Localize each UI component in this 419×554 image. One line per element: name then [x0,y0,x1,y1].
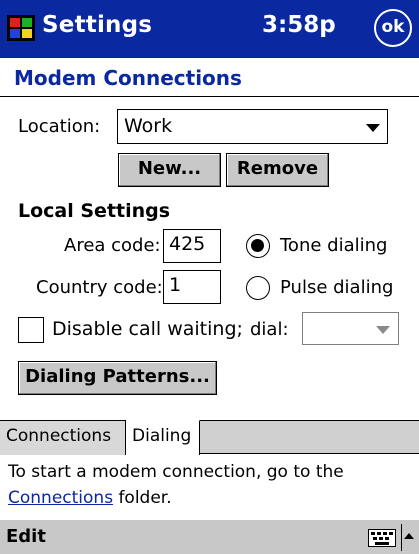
tab-divider [200,453,419,454]
windows-flag-icon[interactable] [6,14,36,42]
area-code-input[interactable]: 425 [163,229,221,263]
title-bar: Settings 3:58p ok [0,0,419,58]
ok-button[interactable]: ok [374,9,412,47]
key [385,537,389,540]
new-location-button[interactable]: New... [118,153,221,187]
key [373,537,377,540]
tone-dialing-label: Tone dialing [280,235,388,256]
tab-strip: Connections Dialing [0,420,419,455]
location-value: Work [124,115,173,137]
spacebar [375,542,389,545]
edit-menu[interactable]: Edit [6,526,46,547]
key [389,532,393,535]
key [383,532,387,535]
help-text-line1: To start a modem connection, go to the [8,462,344,482]
disable-call-waiting-label: Disable call waiting; [52,318,243,340]
input-panel-toggle[interactable] [401,524,415,551]
clock[interactable]: 3:58p [262,12,336,38]
dial-code-dropdown[interactable] [302,312,399,345]
dial-label: dial: [250,319,289,340]
country-code-input[interactable]: 1 [163,270,221,304]
chevron-down-icon [376,326,390,334]
app-title: Settings [42,12,153,38]
pulse-dialing-label: Pulse dialing [280,277,394,298]
chevron-down-icon [366,124,380,132]
pulse-dialing-radio[interactable] [246,276,270,300]
tab-dialing[interactable]: Dialing [126,420,200,455]
keyboard-icon[interactable] [368,529,396,547]
page-title: Modem Connections [14,66,242,90]
help-text-suffix: folder. [113,488,172,508]
key [379,537,383,540]
remove-location-button[interactable]: Remove [226,153,329,187]
dialing-patterns-button[interactable]: Dialing Patterns... [18,361,217,395]
arrow-up-icon [404,533,414,539]
title-divider [0,96,419,97]
section-title-local-settings: Local Settings [18,200,171,222]
help-text-line2: Connections folder. [8,485,344,511]
help-text: To start a modem connection, go to the C… [8,459,344,511]
key [377,532,381,535]
connections-link[interactable]: Connections [8,488,113,508]
tone-dialing-radio[interactable] [246,234,270,258]
radio-selected-dot [251,239,264,252]
tab-connections[interactable]: Connections [0,421,126,455]
disable-call-waiting-checkbox[interactable] [18,317,44,343]
location-label: Location: [18,116,101,137]
country-code-label: Country code: [36,277,163,298]
location-dropdown[interactable]: Work [117,109,388,144]
command-bar: Edit [0,519,419,554]
area-code-label: Area code: [64,235,161,256]
key [371,532,375,535]
